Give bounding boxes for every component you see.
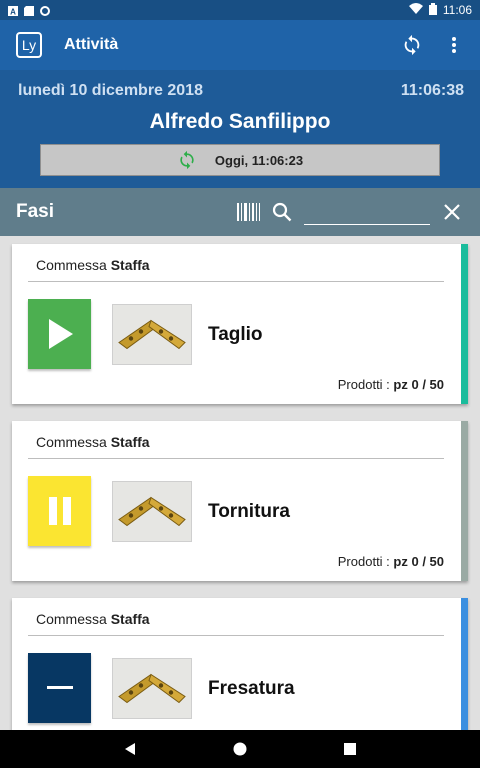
barcode-icon [237,203,260,221]
recents-icon [344,743,356,755]
overflow-menu-button[interactable] [442,33,466,57]
pause-phase-button[interactable] [28,476,91,546]
products-counter: Prodotti : pz 0 / 50 [337,377,444,392]
home-button[interactable] [228,737,252,761]
wifi-icon [408,3,423,17]
card-divider [28,635,444,636]
status-stripe [461,598,468,730]
phases-title: Fasi [16,201,55,222]
phase-card[interactable]: Commessa Staffa Taglio Prodotti : pz 0 /… [12,244,468,404]
start-phase-button[interactable] [28,299,91,369]
status-clock: 11:06 [442,3,472,17]
search-button[interactable] [270,200,294,224]
phases-list: Commessa Staffa Taglio Prodotti : pz 0 /… [0,236,480,730]
operator-name: Alfredo Sanfilippo [149,110,331,133]
phase-name: Taglio [208,324,263,345]
refresh-icon [404,34,420,56]
back-icon [125,743,135,755]
play-icon [48,319,73,349]
info-panel: lunedì 10 dicembre 2018 11:06:38 Alfredo… [0,70,480,188]
sync-status-button[interactable]: Oggi, 11:06:23 [40,144,440,176]
phase-card[interactable]: Commessa Staffa Tornitura Prodotti : pz … [12,421,468,581]
order-label: Commessa Staffa [36,257,150,273]
a-notification-icon: A [8,5,18,17]
search-input[interactable] [304,199,430,225]
order-name: Staffa [110,257,150,273]
phase-card[interactable]: Commessa Staffa Fresatura [12,598,468,730]
product-thumbnail [112,481,192,542]
battery-icon [428,2,437,18]
status-bar: A 11:06 [0,0,480,20]
card-divider [28,281,444,282]
product-thumbnail [112,304,192,365]
close-icon [444,204,460,220]
system-nav-bar [0,730,480,768]
status-stripe [461,244,468,404]
more-vert-icon [452,37,456,53]
phase-name: Tornitura [208,501,290,522]
search-icon [272,202,292,222]
barcode-scan-button[interactable] [236,200,260,224]
product-thumbnail [112,658,192,719]
app-title: Attività [64,36,119,53]
clear-search-button[interactable] [440,200,464,224]
sync-label: Oggi, 11:06:23 [214,152,304,168]
order-name: Staffa [110,611,150,627]
status-stripe [461,421,468,581]
back-button[interactable] [118,737,142,761]
phases-toolbar: Fasi [0,188,480,236]
order-label: Commessa Staffa [36,611,150,627]
order-label: Commessa Staffa [36,434,150,450]
sync-icon [180,150,194,170]
pause-icon [48,497,71,525]
app-logo: Ly [16,32,42,58]
current-date: lunedì 10 dicembre 2018 [18,82,203,99]
minus-icon [46,686,73,689]
card-divider [28,458,444,459]
svg-text:A: A [10,8,16,17]
circle-icon [40,5,50,16]
current-time: 11:06:38 [400,82,464,99]
refresh-button[interactable] [400,33,424,57]
home-icon [233,742,247,756]
stopped-phase-button[interactable] [28,653,91,723]
order-name: Staffa [110,434,150,450]
phase-name: Fresatura [208,678,295,699]
products-counter: Prodotti : pz 0 / 50 [337,554,444,569]
app-bar: Ly Attività [0,20,480,70]
recents-button[interactable] [338,737,362,761]
sd-card-icon [24,5,34,16]
